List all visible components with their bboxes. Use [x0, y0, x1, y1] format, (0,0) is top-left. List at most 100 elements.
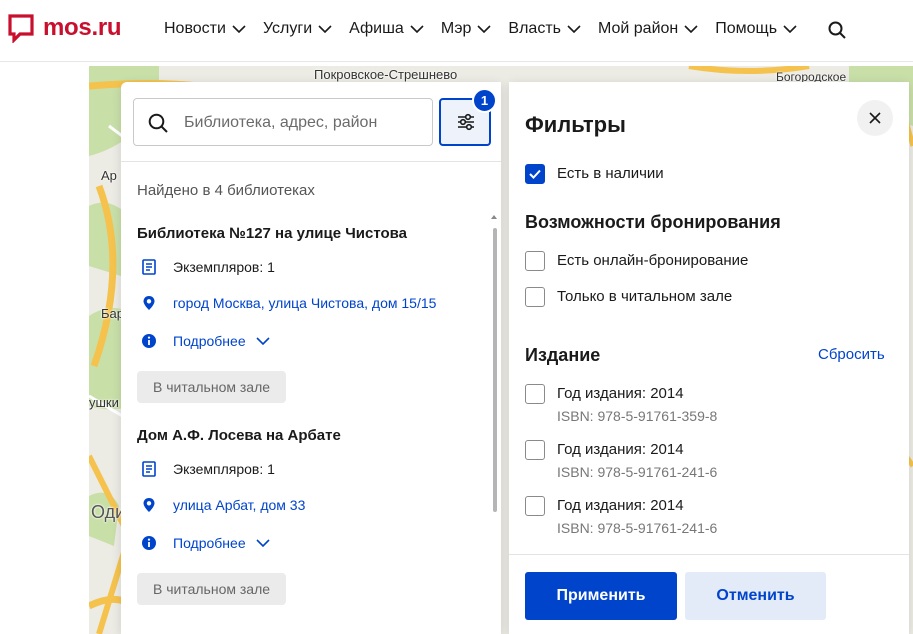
library-copies: Экземпляров: 1	[141, 259, 275, 275]
location-pin-icon	[143, 498, 155, 512]
address-text: город Москва, улица Чистова, дом 15/15	[173, 295, 437, 311]
site-logo[interactable]: mos.ru	[7, 13, 122, 43]
details-toggle[interactable]: Подробнее	[141, 535, 270, 551]
chevron-down-icon	[256, 337, 270, 345]
availability-label: Есть в наличии	[557, 165, 664, 182]
library-results-panel: 1 Найдено в 4 библиотеках Библиотека №12…	[121, 82, 501, 634]
nav-item-news[interactable]: Новости	[164, 20, 246, 38]
header-search-button[interactable]	[828, 21, 846, 44]
details-toggle[interactable]: Подробнее	[141, 333, 270, 349]
search-icon	[148, 113, 168, 133]
availability-checkbox[interactable]	[525, 164, 545, 184]
address-text: улица Арбат, дом 33	[173, 497, 306, 513]
nav-item-label: Афиша	[349, 20, 404, 37]
availability-checkbox-row[interactable]: Есть в наличии	[525, 164, 664, 184]
book-icon	[142, 259, 156, 275]
results-count: Найдено в 4 библиотеках	[137, 182, 315, 199]
filter-count-badge: 1	[472, 88, 497, 113]
chevron-down-icon	[318, 25, 332, 33]
results-scrollbar[interactable]	[493, 228, 497, 512]
copies-text: Экземпляров: 1	[173, 259, 275, 275]
details-label: Подробнее	[173, 535, 246, 551]
nav-item-services[interactable]: Услуги	[263, 20, 332, 38]
copies-text: Экземпляров: 1	[173, 461, 275, 477]
results-list: Найдено в 4 библиотеках Библиотека №127 …	[121, 163, 501, 634]
edition-year: Год издания: 2014	[557, 497, 684, 514]
nav-item-label: Новости	[164, 20, 226, 37]
chevron-down-icon	[410, 25, 424, 33]
reading-room-only-label: Только в читальном зале	[557, 288, 733, 305]
details-label: Подробнее	[173, 333, 246, 349]
online-booking-checkbox-row[interactable]: Есть онлайн-бронирование	[525, 251, 748, 271]
library-address[interactable]: город Москва, улица Чистова, дом 15/15	[141, 295, 436, 311]
nav-item-label: Помощь	[715, 20, 778, 37]
edition-isbn: ISBN: 978-5-91761-241-6	[557, 520, 718, 536]
book-icon	[142, 461, 156, 477]
library-address[interactable]: улица Арбат, дом 33	[141, 497, 305, 513]
map-label: ушки	[89, 395, 119, 410]
search-input[interactable]	[184, 111, 424, 135]
edition-checkbox[interactable]	[525, 496, 545, 516]
nav-item-my-district[interactable]: Мой район	[598, 20, 698, 38]
info-icon	[142, 334, 156, 348]
logo-text: mos.ru	[43, 14, 122, 41]
booking-section-title: Возможности бронирования	[525, 212, 781, 232]
edition-checkbox-row[interactable]: Год издания: 2014 ISBN: 978-5-91761-359-…	[525, 384, 717, 424]
filters-panel: Фильтры Есть в наличии Возможности брони…	[509, 82, 909, 634]
edition-section-title: Издание	[525, 345, 601, 365]
edition-checkbox-row[interactable]: Год издания: 2014 ISBN: 978-5-91761-241-…	[525, 496, 717, 536]
mos-logo-icon	[8, 14, 34, 43]
reading-room-only-checkbox-row[interactable]: Только в читальном зале	[525, 287, 732, 307]
nav-item-label: Услуги	[262, 20, 313, 37]
reading-room-tag: В читальном зале	[137, 371, 287, 403]
map-label: Покровское-Стрешнево	[314, 67, 458, 82]
main-nav: Новости Услуги Афиша Мэр Власть Мой райо…	[164, 20, 814, 38]
nav-item-label: Мэр	[440, 20, 472, 37]
nav-item-government[interactable]: Власть	[508, 20, 581, 38]
search-row: 1	[121, 82, 501, 162]
reading-room-tag: В читальном зале	[137, 573, 287, 605]
edition-year: Год издания: 2014	[557, 385, 684, 402]
reset-edition-link[interactable]: Сбросить	[818, 346, 885, 363]
chevron-down-icon	[783, 25, 797, 33]
nav-item-mayor[interactable]: Мэр	[441, 20, 492, 38]
chevron-down-icon	[684, 25, 698, 33]
nav-item-label: Мой район	[597, 20, 679, 37]
edition-checkbox[interactable]	[525, 440, 545, 460]
library-title: Дом А.Ф. Лосева на Арбате	[137, 427, 341, 444]
online-booking-checkbox[interactable]	[525, 251, 545, 271]
info-icon	[142, 536, 156, 550]
nav-item-help[interactable]: Помощь	[715, 20, 797, 38]
online-booking-label: Есть онлайн-бронирование	[557, 252, 749, 269]
edition-checkbox[interactable]	[525, 384, 545, 404]
search-box[interactable]	[133, 98, 433, 146]
location-pin-icon	[143, 296, 155, 310]
map-label: Ар	[101, 168, 117, 183]
cancel-filters-button[interactable]: Отменить	[685, 572, 826, 620]
edition-checkbox-row[interactable]: Год издания: 2014 ISBN: 978-5-91761-241-…	[525, 440, 717, 480]
nav-item-label: Власть	[508, 20, 561, 37]
site-header: mos.ru Новости Услуги Афиша Мэр Власть М…	[0, 0, 913, 62]
library-card: Дом А.Ф. Лосева на Арбате Экземпляров: 1…	[137, 427, 477, 607]
edition-isbn: ISBN: 978-5-91761-359-8	[557, 408, 718, 424]
chevron-down-icon	[232, 25, 246, 33]
chevron-down-icon	[256, 539, 270, 547]
scroll-up-arrow[interactable]	[491, 215, 497, 219]
chevron-down-icon	[567, 25, 581, 33]
library-copies: Экземпляров: 1	[141, 461, 275, 477]
edition-year: Год издания: 2014	[557, 441, 684, 458]
reading-room-only-checkbox[interactable]	[525, 287, 545, 307]
edition-isbn: ISBN: 978-5-91761-241-6	[557, 464, 718, 480]
chevron-down-icon	[477, 25, 491, 33]
filters-title: Фильтры	[525, 112, 626, 137]
filter-sliders-icon	[458, 113, 474, 131]
close-filters-button[interactable]	[857, 100, 893, 136]
nav-item-afisha[interactable]: Афиша	[349, 20, 424, 38]
close-icon	[869, 112, 881, 124]
filters-footer: Применить Отменить	[509, 554, 909, 634]
search-icon	[828, 21, 846, 39]
library-title: Библиотека №127 на улице Чистова	[137, 225, 408, 242]
checkmark-icon	[529, 169, 541, 179]
apply-filters-button[interactable]: Применить	[525, 572, 677, 620]
library-card: Библиотека №127 на улице Чистова Экземпл…	[137, 225, 477, 405]
